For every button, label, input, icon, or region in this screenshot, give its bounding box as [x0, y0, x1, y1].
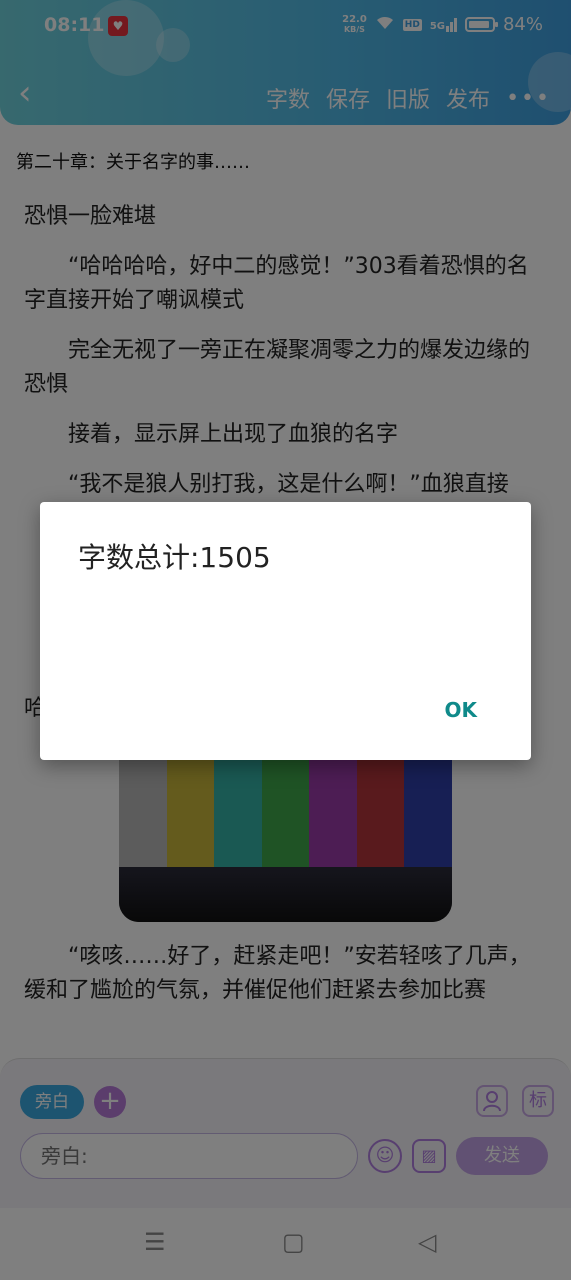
dialog-title: 字数总计:1505	[78, 541, 271, 574]
word-count-dialog: 字数总计:1505 OK	[40, 502, 531, 760]
ok-button[interactable]: OK	[445, 698, 478, 722]
